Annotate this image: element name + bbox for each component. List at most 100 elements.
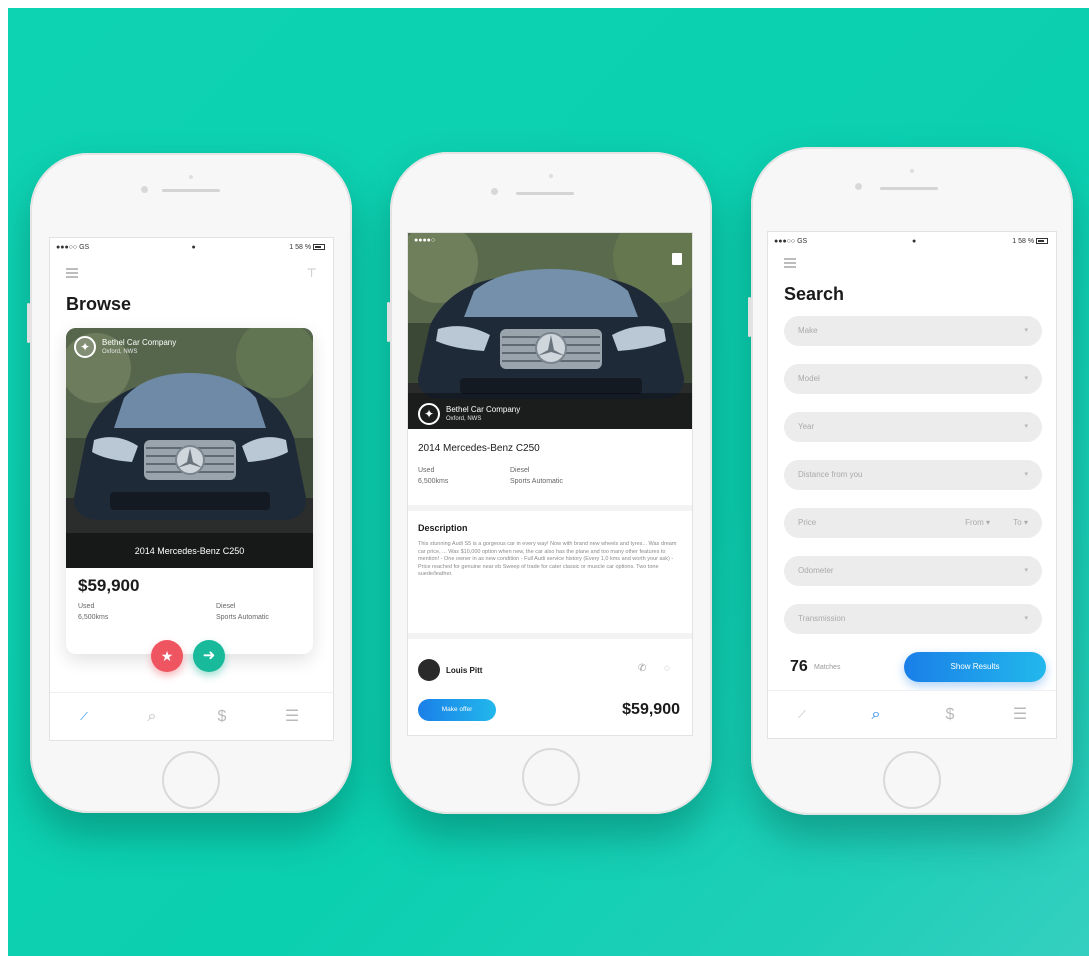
- chevron-down-icon: ▾: [1024, 327, 1028, 334]
- chevron-down-icon: ▾: [1024, 375, 1028, 382]
- matches-count: 76: [790, 658, 808, 675]
- status-battery: 1 58 %: [1012, 238, 1048, 245]
- divider: [408, 505, 692, 511]
- car-photo: [408, 233, 692, 429]
- home-button[interactable]: [162, 751, 220, 809]
- trend-icon: ⟋: [798, 709, 806, 721]
- dealer-location: Oxford, NWS: [102, 349, 138, 355]
- phone-search: ●●●○○ GS ● 1 58 % Search Make ▾ Model ▾ Ye…: [748, 147, 1073, 815]
- status-carrier: ●●●○○ GS: [774, 238, 808, 245]
- battery-percent: 1 58 %: [1012, 238, 1035, 245]
- dealer-logo: ✦: [74, 336, 96, 358]
- transmission-select[interactable]: Transmission ▾: [784, 604, 1042, 634]
- price-to[interactable]: To ▾: [1013, 508, 1028, 538]
- dealer-logo: ✦: [418, 403, 440, 425]
- chevron-down-icon: ▾: [1024, 567, 1028, 574]
- detail-screen: ●●●●○ ✦ Bethel Car Company Oxford, NWS 2…: [407, 232, 693, 736]
- status-battery: 1 58 %: [289, 244, 325, 251]
- proximity-sensor: [549, 174, 553, 178]
- page-title: Search: [784, 284, 845, 304]
- year-select-label: Year: [798, 422, 815, 431]
- make-select-label: Make: [798, 326, 818, 335]
- car-price: $59,900: [622, 701, 680, 718]
- status-time-dot: ●: [912, 238, 917, 245]
- status-carrier: ●●●●○: [414, 237, 436, 244]
- car-fuel: Diesel: [216, 603, 236, 610]
- dealer-name: Bethel Car Company: [102, 338, 177, 347]
- status-bar: ●●●○○ GS ● 1 58 %: [50, 238, 333, 256]
- tab-list[interactable]: ☰: [1008, 703, 1032, 727]
- status-bar: ●●●○○ GS ● 1 58 %: [768, 232, 1056, 250]
- arrow-right-icon: ➜: [202, 647, 216, 664]
- tab-search[interactable]: ⌕: [140, 705, 164, 729]
- tab-trend[interactable]: ⟋: [72, 705, 96, 729]
- seller-avatar[interactable]: [418, 659, 440, 681]
- dollar-icon: $: [217, 708, 227, 725]
- price-to-label: To: [1013, 518, 1022, 527]
- home-button[interactable]: [883, 751, 941, 809]
- filter-icon[interactable]: ⊤: [307, 266, 317, 280]
- odometer-select-label: Odometer: [798, 566, 834, 575]
- dealer-name: Bethel Car Company: [446, 405, 521, 414]
- trend-icon: ⟋: [80, 711, 88, 723]
- transmission-select-label: Transmission: [798, 614, 846, 623]
- list-icon: ☰: [1012, 706, 1028, 723]
- car-price: $59,900: [78, 576, 140, 595]
- distance-select[interactable]: Distance from you ▾: [784, 460, 1042, 490]
- home-button[interactable]: [522, 748, 580, 806]
- tab-pricing[interactable]: $: [938, 703, 962, 727]
- car-card[interactable]: ✦ Bethel Car Company Oxford, NWS 2014 Me…: [66, 328, 313, 654]
- distance-select-label: Distance from you: [798, 470, 863, 479]
- model-select[interactable]: Model ▾: [784, 364, 1042, 394]
- price-from-label: From: [965, 518, 984, 527]
- tab-search[interactable]: ⌕: [864, 703, 888, 727]
- speaker-grille: [162, 189, 220, 192]
- car-odometer: 6,500kms: [78, 614, 109, 621]
- model-select-label: Model: [798, 374, 820, 383]
- seller-name: Louis Pitt: [446, 666, 483, 675]
- phone-icon[interactable]: ✆: [638, 663, 646, 674]
- make-select[interactable]: Make ▾: [784, 316, 1042, 346]
- tab-pricing[interactable]: $: [210, 705, 234, 729]
- speaker-grille: [880, 187, 938, 190]
- next-button[interactable]: ➜: [193, 640, 225, 672]
- make-offer-button[interactable]: Make offer: [418, 699, 496, 721]
- tab-bar: ⟋ ⌕ $ ☰: [50, 692, 333, 740]
- search-screen: ●●●○○ GS ● 1 58 % Search Make ▾ Model ▾ Ye…: [767, 231, 1057, 739]
- search-icon: ⌕: [147, 708, 157, 725]
- menu-icon[interactable]: [784, 258, 796, 268]
- battery-icon: [1036, 238, 1048, 244]
- tab-bar: ⟋ ⌕ $ ☰: [768, 690, 1056, 738]
- front-camera: [491, 188, 498, 195]
- car-name: 2014 Mercedes-Benz C250: [418, 443, 540, 454]
- favorite-button[interactable]: ★: [151, 640, 183, 672]
- page-title: Browse: [66, 294, 132, 314]
- year-select[interactable]: Year ▾: [784, 412, 1042, 442]
- show-results-button[interactable]: Show Results: [904, 652, 1046, 682]
- car-condition: Used: [418, 467, 435, 474]
- car-fuel: Diesel: [510, 467, 530, 474]
- price-select-label: Price: [798, 518, 817, 527]
- chevron-down-icon: ▾: [1024, 423, 1028, 430]
- odometer-select[interactable]: Odometer ▾: [784, 556, 1042, 586]
- background: ●●●○○ GS ● 1 58 % ⊤ Browse ✦ Bethel Car …: [8, 8, 1089, 956]
- search-icon: ⌕: [871, 706, 881, 723]
- star-icon: ★: [160, 648, 174, 664]
- proximity-sensor: [189, 175, 193, 179]
- status-time-dot: ●: [191, 244, 196, 251]
- car-odometer: 6,500kms: [418, 478, 449, 485]
- list-icon: ☰: [284, 708, 300, 725]
- description-title: Description: [418, 523, 468, 533]
- chat-icon[interactable]: ◌: [664, 663, 670, 674]
- menu-icon[interactable]: [66, 268, 78, 278]
- phone-browse: ●●●○○ GS ● 1 58 % ⊤ Browse ✦ Bethel Car …: [27, 153, 352, 813]
- tab-trend[interactable]: ⟋: [790, 703, 814, 727]
- car-condition: Used: [78, 603, 95, 610]
- phone-detail: ●●●●○ ✦ Bethel Car Company Oxford, NWS 2…: [387, 152, 712, 814]
- price-from[interactable]: From ▾: [965, 508, 990, 538]
- price-select[interactable]: Price From ▾ To ▾: [784, 508, 1042, 538]
- bookmark-icon[interactable]: [672, 253, 682, 265]
- tab-list[interactable]: ☰: [280, 705, 304, 729]
- dealer-location: Oxford, NWS: [446, 416, 482, 422]
- matches-label: Matches: [814, 664, 841, 671]
